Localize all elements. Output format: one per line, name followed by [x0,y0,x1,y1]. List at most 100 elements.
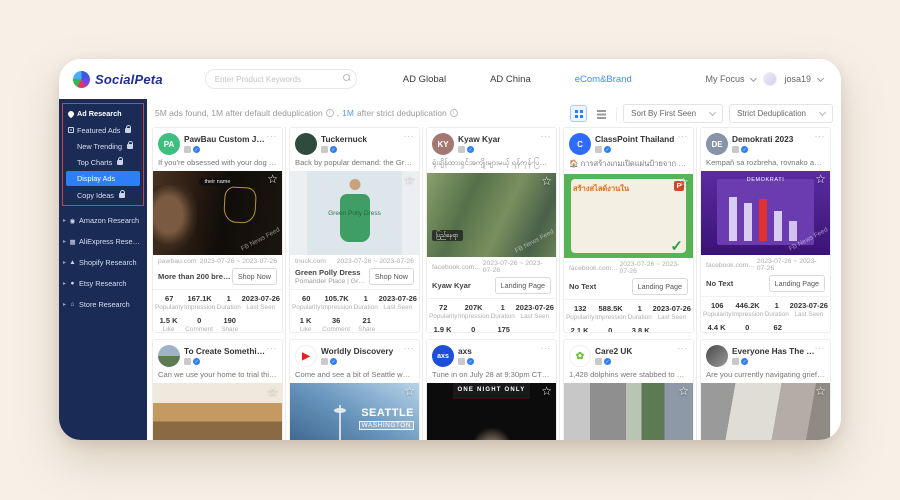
cta-button[interactable]: Shop Now [369,268,414,285]
advertiser-name[interactable]: PawBau Custom Jewelry [184,134,268,144]
sidebar-item-ad-research[interactable]: Ad Research [64,105,142,122]
sidebar-item-new-trending[interactable]: New Trending [64,138,142,154]
card-header: ✿ Care2 UK [564,340,693,367]
grid-view-toggle[interactable] [570,105,587,122]
advertiser-avatar[interactable]: DE [706,133,728,155]
sidebar-item-store-research[interactable]: ▸ ⌂ Store Research [59,294,147,315]
advertiser-name[interactable]: Everyone Has The Freedom To... [732,346,816,356]
advertiser-avatar[interactable] [706,345,728,367]
advertiser-avatar[interactable] [295,133,317,155]
deduplication-dropdown[interactable]: Strict Deduplication [729,104,833,123]
favorite-star-icon[interactable] [541,385,552,397]
ad-image[interactable]: their nameFB News Feed [153,171,282,255]
ad-card[interactable]: KY Kyaw Kyar ရုံးချိန်ထားရှင်အကျိုးများမ… [426,127,557,333]
search-icon[interactable] [343,74,350,81]
card-menu-button[interactable] [404,131,415,141]
ad-image[interactable] [564,383,693,440]
card-menu-button[interactable] [404,343,415,353]
image-overlay-text: WASHINGTON [359,421,414,430]
ad-domain[interactable]: tnuck.com [295,258,326,265]
favorite-star-icon[interactable] [815,173,826,185]
sidebar-item-amazon-research[interactable]: ▸ ◉ Amazon Research [59,210,147,231]
sidebar-item-etsy-research[interactable]: ▸ ● Etsy Research [59,273,147,294]
sidebar-item-featured-ads[interactable]: Featured Ads [64,122,142,138]
cta-button[interactable]: Landing Page [495,277,551,294]
user-avatar[interactable] [763,72,777,86]
advertiser-name[interactable]: Care2 UK [595,346,632,356]
ad-image[interactable]: ONE NIGHT ONLY [427,383,556,440]
ad-domain[interactable]: pawbau.com [158,258,197,265]
advertiser-avatar[interactable]: PA [158,133,180,155]
my-focus-dropdown[interactable]: My Focus [705,74,744,84]
cta-button[interactable]: Shop Now [232,268,277,285]
ad-card[interactable]: axs axs Tune in on July 28 at 9:30pm CT … [426,339,557,440]
info-icon[interactable] [326,109,334,117]
card-menu-button[interactable] [678,131,689,141]
sort-by-dropdown[interactable]: Sort By First Seen [623,104,723,123]
ad-image[interactable]: Green Polly Dress [290,171,419,255]
ad-card[interactable]: DE Demokrati 2023 Kempaň sa rozbreha, ro… [700,127,831,333]
advertiser-avatar[interactable]: KY [432,133,454,155]
ad-domain[interactable]: facebook.com/11... [569,265,619,272]
list-view-toggle[interactable] [593,105,610,122]
favorite-star-icon[interactable] [678,176,689,188]
cta-button[interactable]: Landing Page [632,278,688,295]
advertiser-avatar[interactable]: C [569,133,591,155]
advertiser-name[interactable]: Tuckernuck [321,134,367,144]
nav-ad-global[interactable]: AD Global [403,74,446,85]
favorite-star-icon[interactable] [815,385,826,397]
ad-image[interactable]: ပြည်နေရာFB News Feed [427,173,556,257]
sidebar-item-shopify-research[interactable]: ▸ ▲ Shopify Research [59,252,147,273]
advertiser-name[interactable]: ClassPoint Thailand [595,134,674,144]
advertiser-name[interactable]: Demokrati 2023 [732,134,793,144]
card-menu-button[interactable] [541,343,552,353]
card-menu-button[interactable] [815,343,826,353]
ad-card[interactable]: ✿ Care2 UK 1,428 dolphins were stabbed t… [563,339,694,440]
socialpeta-logo[interactable]: SocialPeta [73,71,163,88]
advertiser-avatar[interactable]: ✿ [569,345,591,367]
advertiser-name[interactable]: axs [458,346,474,356]
favorite-star-icon[interactable] [678,385,689,397]
info-icon[interactable] [450,109,458,117]
results-strict-count[interactable]: 1M [342,108,354,118]
search-input[interactable] [205,69,357,89]
ad-image[interactable] [701,383,830,440]
advertiser-avatar[interactable]: ▶ [295,345,317,367]
cta-button[interactable]: Landing Page [769,275,825,292]
favorite-star-icon[interactable] [404,385,415,397]
ad-card[interactable]: Tuckernuck Back by popular demand: the G… [289,127,420,333]
advertiser-name[interactable]: Kyaw Kyar [458,134,500,144]
favorite-star-icon[interactable] [267,173,278,185]
advertiser-name[interactable]: To Create Something Exceptio... [184,346,268,356]
sidebar-item-display-ads[interactable]: Display Ads [66,171,140,186]
favorite-star-icon[interactable] [541,175,552,187]
ad-card[interactable]: Everyone Has The Freedom To... Are you c… [700,339,831,440]
card-menu-button[interactable] [815,131,826,141]
sidebar-item-aliexpress-research[interactable]: ▸ ▦ AliExpress Research [59,231,147,252]
ad-card[interactable]: PA PawBau Custom Jewelry If you're obses… [152,127,283,333]
favorite-star-icon[interactable] [267,385,278,397]
favorite-star-icon[interactable] [404,173,415,185]
card-menu-button[interactable] [267,131,278,141]
card-menu-button[interactable] [541,131,552,141]
ad-image[interactable]: SEATTLEWASHINGTON [290,383,419,440]
ad-image[interactable]: สร้างสไลด์งานในP✓ [564,174,693,258]
advertiser-avatar[interactable] [158,345,180,367]
advertiser-avatar[interactable]: axs [432,345,454,367]
ad-card[interactable]: ▶ Worldly Discovery Come and see a bit o… [289,339,420,440]
nav-ad-china[interactable]: AD China [490,74,531,85]
nav-ecom-brand[interactable]: eCom&Brand [575,74,632,85]
advertiser-name[interactable]: Worldly Discovery [321,346,393,356]
share-value: 3.8 K [627,326,654,333]
ad-card[interactable]: C ClassPoint Thailand 🏠 การสร้างเกมเปิดแ… [563,127,694,333]
ad-domain[interactable]: facebook.com/10... [432,264,483,271]
card-menu-button[interactable] [267,343,278,353]
card-menu-button[interactable] [678,343,689,353]
sidebar-item-top-charts[interactable]: Top Charts [64,154,142,170]
username-dropdown[interactable]: josa19 [784,74,811,84]
ad-card[interactable]: To Create Something Exceptio... Can we u… [152,339,283,440]
ad-domain[interactable]: facebook.com/10... [706,262,757,269]
ad-image[interactable]: DEMOKRATIFB News Feed [701,171,830,255]
ad-image[interactable] [153,383,282,440]
sidebar-item-copy-ideas[interactable]: Copy Ideas [64,187,142,203]
